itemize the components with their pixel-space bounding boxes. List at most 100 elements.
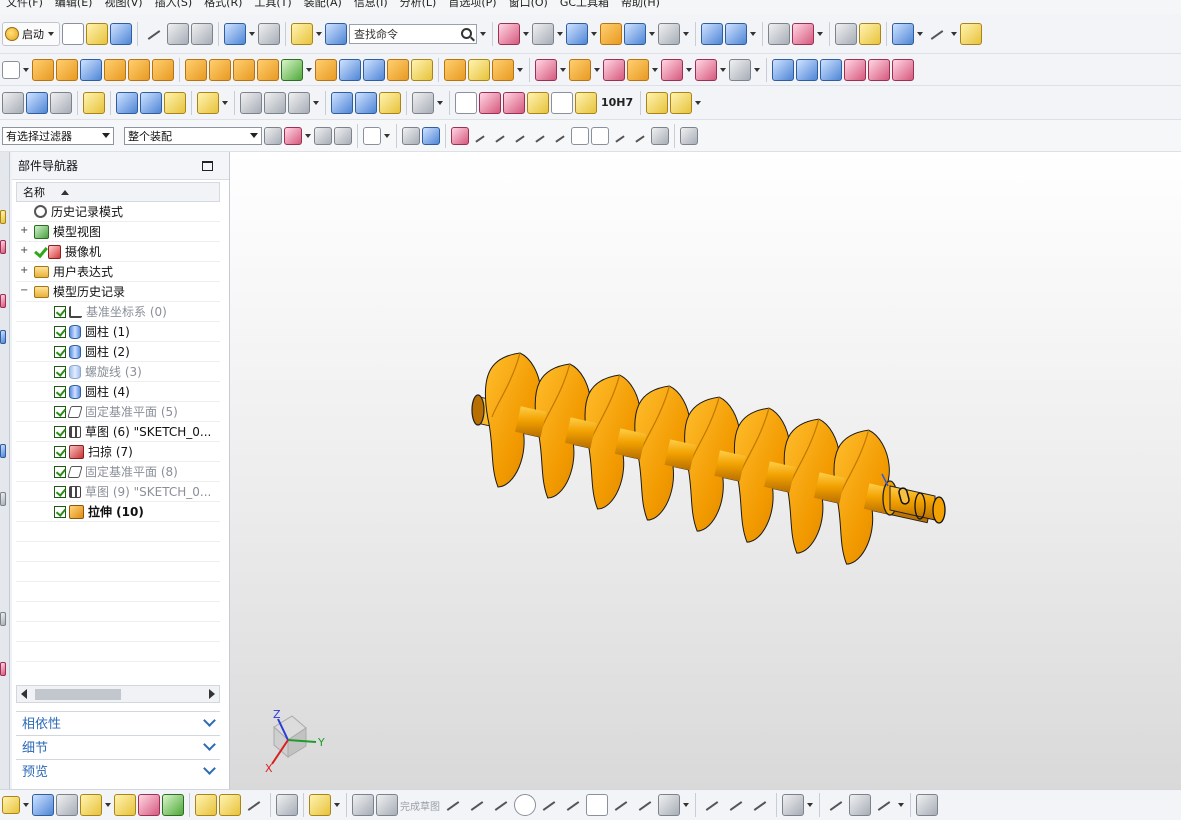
type-filter-select[interactable]: 有选择过滤器: [2, 126, 114, 145]
navigator-node[interactable]: 固定基准平面 (8): [16, 462, 220, 482]
render-dropdown-icon[interactable]: [590, 27, 598, 41]
wcs-icon[interactable]: [792, 22, 814, 45]
tools-icon[interactable]: [140, 91, 162, 114]
pattern-feature-icon[interactable]: [233, 58, 255, 81]
feature-checkbox[interactable]: [54, 505, 66, 518]
edge-blend-icon[interactable]: [444, 58, 466, 81]
navigator-node[interactable]: 基准坐标系 (0): [16, 302, 220, 322]
snap-dropdown-icon[interactable]: [304, 129, 312, 143]
details-panel[interactable]: 细节: [16, 735, 220, 757]
show-hide-icon[interactable]: [892, 22, 914, 45]
assembly-dropdown-icon[interactable]: [694, 96, 702, 110]
stack-icon[interactable]: [50, 91, 72, 114]
datum-dropdown-icon[interactable]: [305, 63, 313, 77]
tangent-snap-icon[interactable]: [551, 127, 569, 145]
block-icon[interactable]: [80, 58, 102, 81]
pull-face-icon[interactable]: [569, 58, 591, 81]
navigator-node[interactable]: 拉伸 (10): [16, 502, 220, 522]
scroll-thumb[interactable]: [35, 689, 121, 700]
finish-sketch-label[interactable]: 完成草图: [400, 798, 440, 813]
pocket-icon[interactable]: [152, 58, 174, 81]
curve-icon[interactable]: [240, 91, 262, 114]
curve-snap-icon[interactable]: [511, 127, 529, 145]
menu-item[interactable]: 文件(F): [0, 0, 49, 8]
thicken-icon[interactable]: [363, 58, 385, 81]
chamfer-icon[interactable]: [468, 58, 490, 81]
gear-icon[interactable]: [379, 91, 401, 114]
midpoint-snap-icon[interactable]: [471, 127, 489, 145]
move-component-icon[interactable]: [162, 794, 184, 816]
menu-item[interactable]: 帮助(H): [615, 0, 666, 8]
unite-icon[interactable]: [257, 58, 279, 81]
boss-icon[interactable]: [128, 58, 150, 81]
navigator-node[interactable]: 草图 (9) "SKETCH_0...: [16, 482, 220, 502]
feature-checkbox[interactable]: [54, 445, 66, 458]
snap-grid-icon[interactable]: [926, 23, 948, 45]
menu-item[interactable]: 信息(I): [348, 0, 394, 8]
n-sided-surface-icon[interactable]: [844, 58, 866, 81]
navigator-node[interactable]: 圆柱 (1): [16, 322, 220, 342]
collapse-icon[interactable]: −: [20, 286, 28, 296]
emboss-icon[interactable]: [185, 58, 207, 81]
offset-region-dropdown-icon[interactable]: [719, 63, 727, 77]
chamfer-sketch-icon[interactable]: [562, 794, 584, 816]
constraints-icon[interactable]: [114, 794, 136, 816]
copy-icon[interactable]: [167, 22, 189, 45]
more-features-icon[interactable]: [516, 63, 524, 77]
face-blend-icon[interactable]: [892, 58, 914, 81]
polygon-icon[interactable]: [610, 794, 632, 816]
quick-trim-icon[interactable]: [701, 794, 723, 816]
navigator-node[interactable]: 螺旋线 (3): [16, 362, 220, 382]
offset-face-icon[interactable]: [411, 58, 433, 81]
chain-icon[interactable]: [309, 794, 331, 816]
feature-checkbox[interactable]: [54, 465, 66, 478]
intersection-snap-icon[interactable]: [531, 127, 549, 145]
command-finder-icon[interactable]: [325, 22, 347, 45]
expand-icon[interactable]: +: [20, 226, 28, 236]
shell-icon[interactable]: [387, 58, 409, 81]
group-icon[interactable]: [83, 91, 105, 114]
feature-checkbox[interactable]: [54, 345, 66, 358]
navigator-node[interactable]: 扫掠 (7): [16, 442, 220, 462]
scroll-left-icon[interactable]: [21, 689, 27, 699]
menu-item[interactable]: 工具(T): [248, 0, 297, 8]
screw-conveyor-model[interactable]: [471, 352, 946, 565]
name-column-header[interactable]: 名称: [16, 182, 220, 202]
new-file-icon[interactable]: [62, 22, 84, 45]
dimension-dropdown-icon[interactable]: [806, 798, 814, 812]
sequence-icon[interactable]: [219, 794, 241, 816]
rectangle-icon[interactable]: [586, 794, 608, 816]
quick-extend-icon[interactable]: [725, 794, 747, 816]
graphics-window[interactable]: Z Y X: [230, 152, 1181, 789]
show-hide-dropdown-icon[interactable]: [916, 27, 924, 41]
select-bodies-icon[interactable]: [422, 126, 440, 145]
orient-dropdown-icon[interactable]: [556, 27, 564, 41]
navigator-node[interactable]: 圆柱 (4): [16, 382, 220, 402]
web-browser-tab-icon[interactable]: [0, 444, 6, 458]
assembly-icon[interactable]: [646, 91, 669, 114]
bounded-grid-snap-icon[interactable]: [680, 126, 698, 145]
menu-item[interactable]: 分析(L): [394, 0, 443, 8]
quadrant-snap-icon[interactable]: [591, 126, 609, 145]
chevron-down-icon[interactable]: [203, 713, 216, 727]
replace-face-icon[interactable]: [627, 58, 649, 81]
studio-spline-icon[interactable]: [658, 794, 680, 816]
move-object-icon[interactable]: [701, 22, 723, 45]
dimension-icon[interactable]: [503, 91, 525, 114]
add-component-icon[interactable]: [670, 91, 693, 114]
select-faces-icon[interactable]: [402, 126, 420, 145]
note-icon[interactable]: [551, 91, 573, 114]
model-canvas[interactable]: Z Y X: [230, 152, 1181, 789]
history-tab-icon[interactable]: [0, 492, 6, 506]
feature-checkbox[interactable]: [54, 325, 66, 338]
sketch-dropdown-icon[interactable]: [22, 63, 30, 77]
wcs-dropdown-icon[interactable]: [816, 27, 824, 41]
undo-icon[interactable]: [224, 22, 246, 45]
feature-checkbox[interactable]: [54, 485, 66, 498]
command-search-input[interactable]: 查找命令: [349, 23, 477, 44]
trim-body-icon[interactable]: [315, 58, 337, 81]
menu-item[interactable]: 插入(S): [149, 0, 199, 8]
menu-item[interactable]: 装配(A): [298, 0, 348, 8]
touch-mode-dropdown-icon[interactable]: [315, 27, 323, 41]
clip-dropdown-icon[interactable]: [648, 27, 656, 41]
